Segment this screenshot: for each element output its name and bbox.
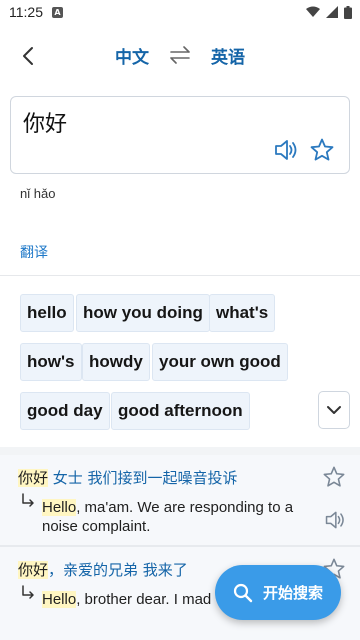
query-card[interactable]: 你好 bbox=[10, 96, 350, 174]
example-chinese: 你好，亲爱的兄弟 我来了 bbox=[18, 559, 188, 580]
example-highlight: Hello bbox=[42, 499, 77, 516]
pinyin-text: nǐ hǎo bbox=[20, 186, 56, 201]
star-icon bbox=[323, 466, 345, 487]
example-chinese: 你好 女士 我们接到一起噪音投诉 bbox=[18, 467, 238, 488]
example-chinese-rest: ，亲爱的兄弟 我来了 bbox=[48, 561, 188, 579]
favorite-button[interactable] bbox=[309, 137, 335, 163]
chevron-down-icon bbox=[327, 406, 341, 414]
swap-icon bbox=[170, 46, 190, 64]
example-english-rest: , ma'am. We are responding to a noise co… bbox=[42, 499, 294, 535]
notification-badge: A bbox=[52, 6, 63, 18]
expand-translations-button[interactable] bbox=[318, 391, 350, 429]
example-highlight: 你好 bbox=[18, 469, 49, 487]
top-bar: 中文 英语 bbox=[0, 24, 360, 86]
example-english: Hello, ma'am. We are responding to a noi… bbox=[42, 498, 312, 536]
example-chinese-rest: 女士 我们接到一起噪音投诉 bbox=[48, 469, 238, 487]
translation-chip[interactable]: how's bbox=[20, 343, 82, 381]
start-search-button[interactable]: 开始搜索 bbox=[215, 565, 341, 620]
example-sentence[interactable]: 你好 女士 我们接到一起噪音投诉 Hello, ma'am. We are re… bbox=[0, 455, 360, 545]
tab-translation[interactable]: 翻译 bbox=[20, 242, 48, 262]
example-english-rest: , brother dear. I mad bbox=[76, 591, 212, 608]
status-time: 11:25 bbox=[9, 4, 43, 20]
translation-chip[interactable]: good afternoon bbox=[111, 392, 250, 430]
status-bar: 11:25 A bbox=[0, 0, 360, 24]
star-icon bbox=[310, 138, 334, 161]
pronounce-button[interactable] bbox=[273, 137, 299, 163]
signal-icon bbox=[326, 6, 338, 18]
source-language-button[interactable]: 中文 bbox=[115, 43, 149, 68]
translation-chip[interactable]: good day bbox=[20, 392, 110, 430]
translation-chip[interactable]: your own good bbox=[152, 343, 288, 381]
translation-chip[interactable]: hello bbox=[20, 294, 74, 332]
search-icon bbox=[233, 583, 253, 602]
back-button[interactable] bbox=[16, 44, 40, 68]
wifi-icon bbox=[306, 6, 320, 17]
speaker-icon bbox=[275, 140, 297, 160]
translation-chip[interactable]: howdy bbox=[82, 343, 150, 381]
battery-icon bbox=[344, 5, 352, 19]
section-divider bbox=[0, 447, 360, 455]
swap-language-button[interactable] bbox=[169, 46, 191, 64]
example-highlight: Hello bbox=[42, 591, 77, 608]
start-search-label: 开始搜索 bbox=[262, 584, 323, 602]
query-text[interactable]: 你好 bbox=[23, 106, 67, 138]
translation-chip[interactable]: how you doing bbox=[76, 294, 210, 332]
reply-arrow-icon bbox=[22, 493, 34, 507]
speaker-icon bbox=[325, 511, 344, 529]
status-icons bbox=[306, 5, 352, 19]
target-language-button[interactable]: 英语 bbox=[211, 43, 245, 68]
example-highlight: 你好 bbox=[18, 561, 49, 579]
back-arrow-icon bbox=[23, 47, 33, 65]
reply-arrow-icon bbox=[22, 585, 34, 599]
translation-chip[interactable]: what's bbox=[209, 294, 276, 332]
example-pronounce-button[interactable] bbox=[324, 509, 346, 531]
tab-divider bbox=[0, 275, 360, 276]
example-favorite-button[interactable] bbox=[322, 465, 346, 489]
